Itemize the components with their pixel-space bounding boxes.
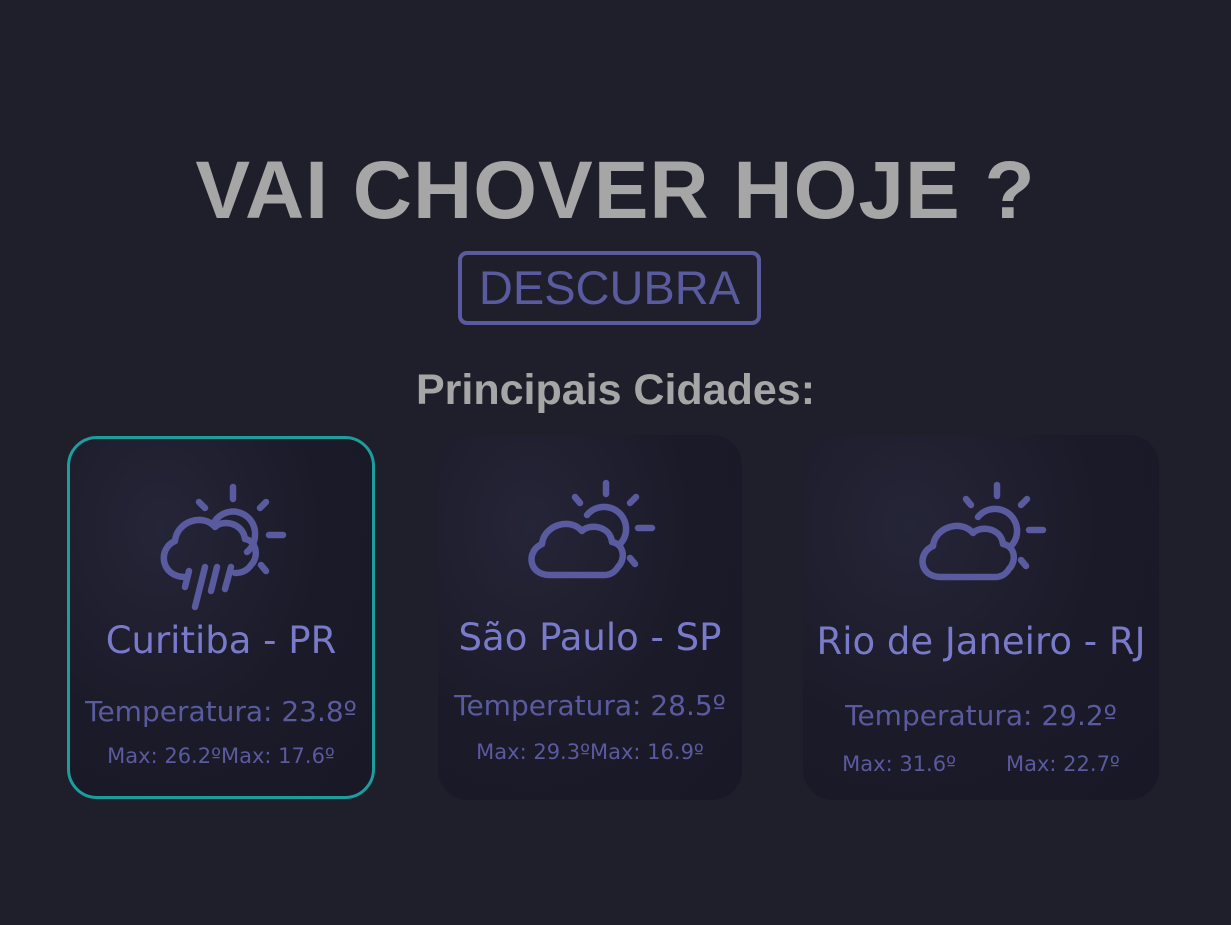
city-minmax: Max: 29.3ºMax: 16.9º <box>438 739 742 765</box>
city-name: São Paulo - SP <box>458 616 722 659</box>
city-min-temp: Max: 22.7º <box>1006 752 1120 776</box>
partly-cloudy-icon <box>528 479 656 579</box>
city-minmax: Max: 31.6º Max: 22.7º <box>803 751 1159 777</box>
page-title: VAI CHOVER HOJE ? <box>195 145 1036 236</box>
city-name: Rio de Janeiro - RJ <box>816 620 1146 663</box>
city-card-sao-paulo[interactable]: São Paulo - SP Temperatura: 28.5º Max: 2… <box>438 435 742 800</box>
city-card-rio-de-janeiro[interactable]: Rio de Janeiro - RJ Temperatura: 29.2º M… <box>803 435 1159 800</box>
city-min-temp: Max: 16.9º <box>590 740 704 764</box>
city-name: Curitiba - PR <box>105 619 337 662</box>
city-minmax: Max: 26.2ºMax: 17.6º <box>70 743 372 769</box>
city-temperature: Temperatura: 28.5º <box>454 689 726 722</box>
city-max-temp: Max: 31.6º <box>842 752 956 776</box>
city-temperature: Temperatura: 23.8º <box>85 695 357 728</box>
discover-button[interactable]: DESCUBRA <box>458 251 761 325</box>
section-title: Principais Cidades: <box>415 366 816 414</box>
city-max-temp: Max: 29.3º <box>476 740 590 764</box>
partly-cloudy-icon <box>919 481 1047 581</box>
city-min-temp: Max: 17.6º <box>221 744 335 768</box>
page: VAI CHOVER HOJE ? DESCUBRA Principais Ci… <box>0 0 1231 925</box>
rain-sun-cloud-icon <box>160 483 287 611</box>
city-card-curitiba[interactable]: Curitiba - PR Temperatura: 23.8º Max: 26… <box>67 436 375 799</box>
city-temperature: Temperatura: 29.2º <box>845 699 1117 732</box>
city-max-temp: Max: 26.2º <box>107 744 221 768</box>
